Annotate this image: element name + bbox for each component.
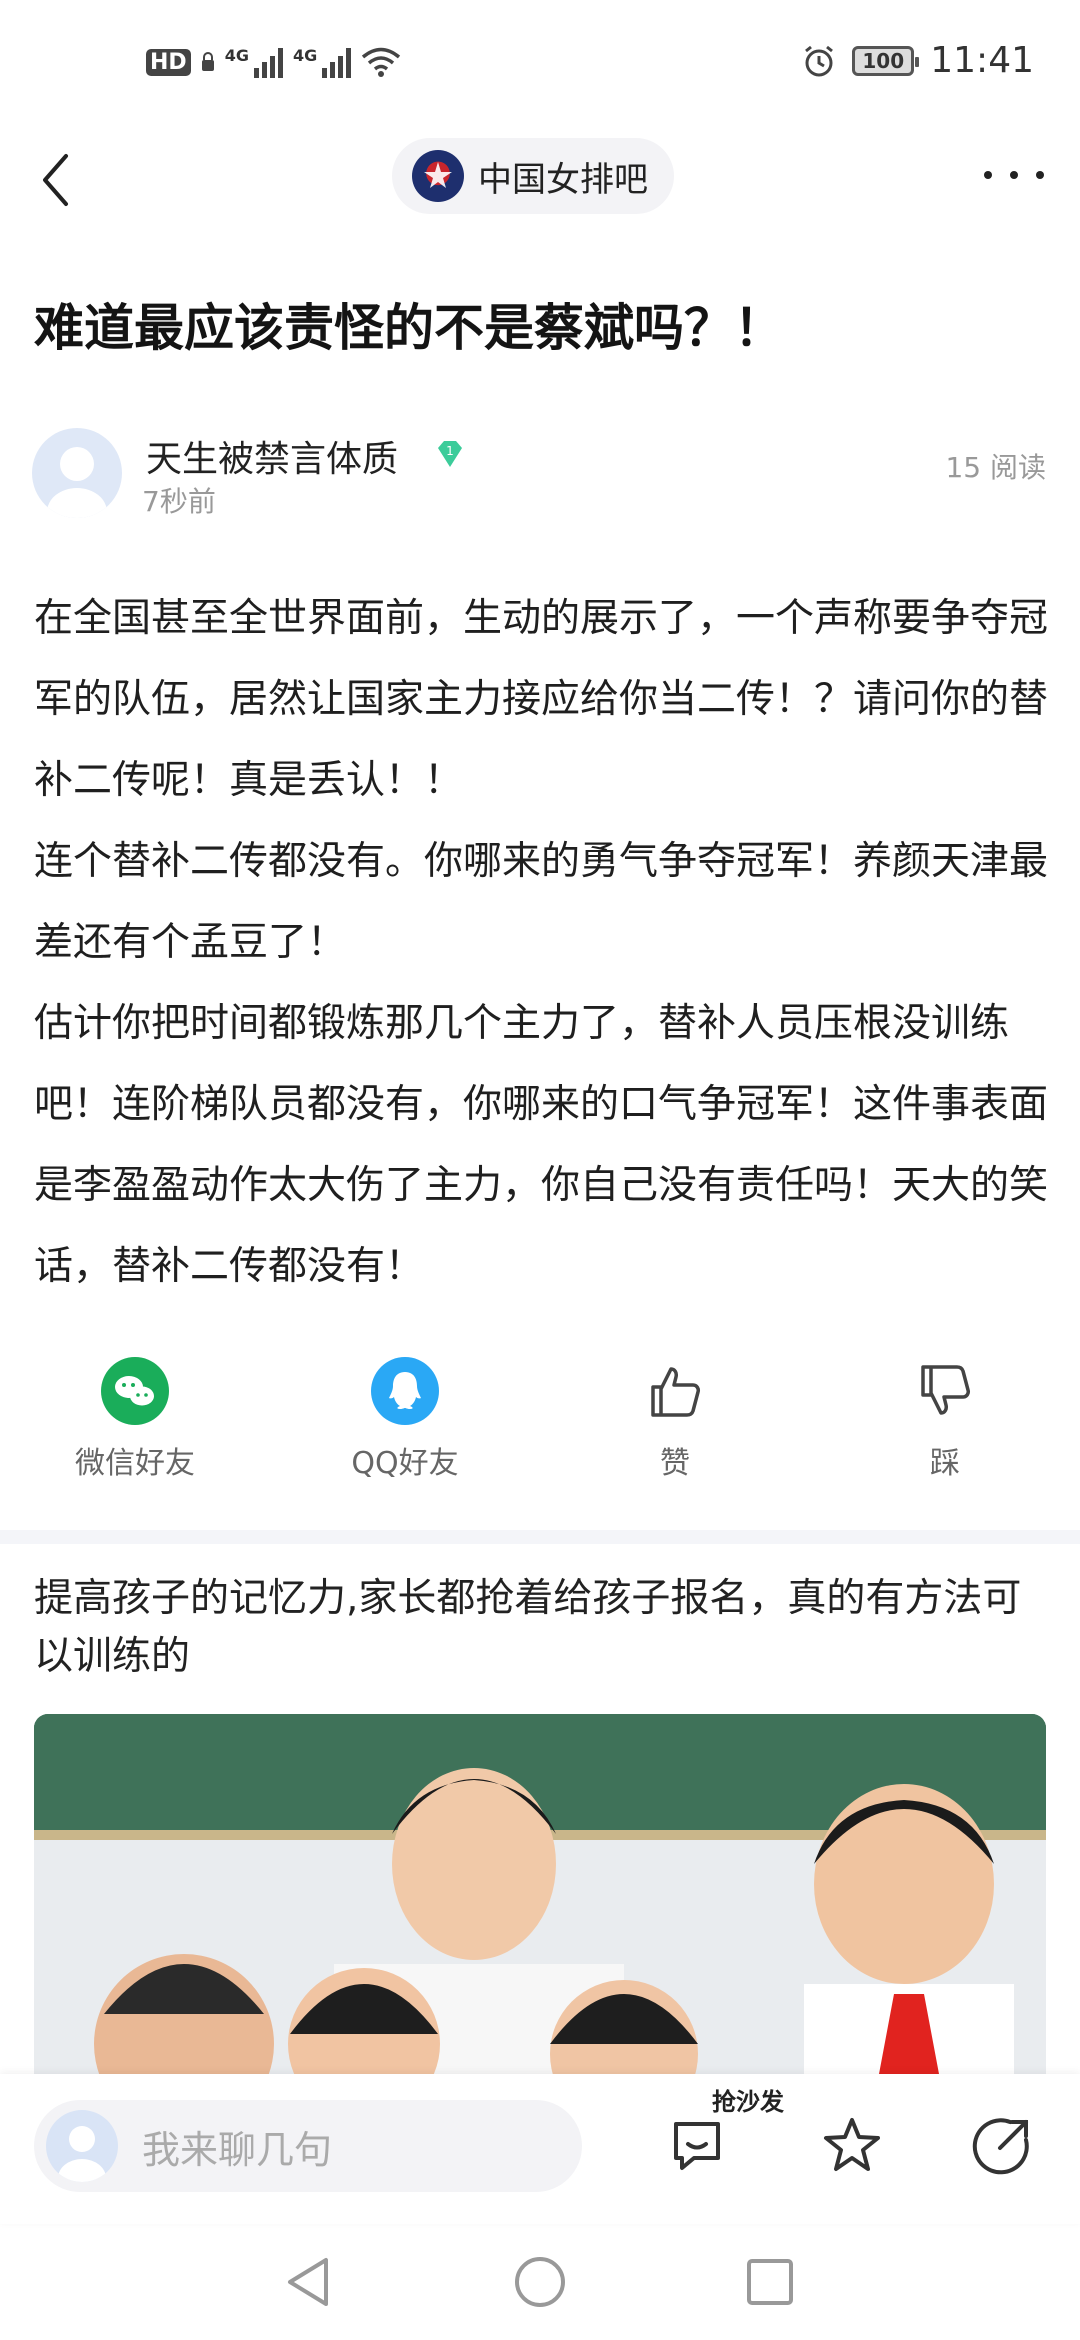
share-qq-label: QQ好友 [351,1446,459,1481]
more-icon-dot [984,171,992,179]
bottom-bar: 我来聊几句 抢沙发 [0,2074,1080,2224]
sim1-label: 4G [224,46,249,65]
alarm-icon [805,45,834,76]
nav-home-icon[interactable] [510,2252,570,2312]
signal-icon-2: 4G [292,46,352,78]
top-nav: 中国女排吧 [0,130,1080,230]
ad-title[interactable]: 提高孩子的记忆力,家长都抢着给孩子报名，真的有方法可以训练的 [34,1570,1046,1686]
signal-icon: 4G [225,46,283,78]
nav-back-icon[interactable] [280,2252,340,2312]
forum-name: 中国女排吧 [478,159,648,200]
more-button[interactable] [984,160,1044,190]
dislike-label: 踩 [930,1446,960,1481]
like-label: 赞 [660,1446,690,1481]
sim-lock-icon [201,52,214,71]
thumbs-up-icon [640,1356,710,1426]
level-badge-icon: 1 [438,441,462,467]
comment-placeholder: 我来聊几句 [142,2127,333,2172]
share-wechat-button[interactable]: 微信好友 [35,1356,235,1482]
comment-input[interactable]: 我来聊几句 [34,2100,582,2192]
forum-avatar [412,150,464,202]
status-bar: HD 4G 4G 100 11:41 [0,0,1080,130]
share-icon[interactable] [970,2114,1034,2178]
share-row: 微信好友 QQ好友 赞 踩 [0,1356,1080,1486]
read-count: 15 阅读 [945,451,1046,484]
star-icon[interactable] [820,2114,884,2178]
ad-photo [34,1714,1046,2074]
battery-icon: 100 [852,45,920,76]
share-wechat-label: 微信好友 [75,1446,195,1481]
author-avatar[interactable] [32,428,122,518]
battery-level: 100 [862,48,905,73]
sim2-label: 4G [292,46,318,65]
thumbs-down-icon [910,1356,980,1426]
post-time: 7秒前 [142,485,216,518]
like-button[interactable]: 赞 [575,1356,775,1482]
badge-level: 1 [446,444,454,458]
status-right: 100 11:41 [802,40,1034,81]
system-nav [0,2224,1080,2340]
comment-icon[interactable] [668,2114,732,2178]
post-body: 在全国甚至全世界面前，生动的展示了，一个声称要争夺冠军的队伍，居然让国家主力接应… [34,596,1049,1289]
back-button[interactable] [40,148,90,212]
hd-badge: HD [146,48,191,76]
qq-icon [370,1356,440,1426]
sofa-label: 抢沙发 [712,2088,784,2116]
status-left: HD 4G 4G [146,46,401,78]
wechat-icon [100,1356,170,1426]
forum-pill[interactable]: 中国女排吧 [392,138,674,214]
share-qq-button[interactable]: QQ好友 [305,1356,505,1482]
chevron-left-icon [43,154,68,206]
wifi-icon [362,47,401,77]
section-divider [0,1530,1080,1544]
more-icon-dot [1010,171,1018,179]
user-avatar [46,2110,118,2182]
nav-recents-icon[interactable] [740,2252,800,2312]
avatar-placeholder-icon [47,447,107,518]
forum-logo-icon [424,162,452,188]
more-icon-dot [1036,171,1044,179]
ad-image[interactable] [34,1714,1046,2074]
dislike-button[interactable]: 踩 [845,1356,1045,1482]
avatar-placeholder-icon [58,2126,106,2182]
post-title: 难道最应该责怪的不是蔡斌吗？！ [34,299,784,357]
author-name[interactable]: 天生被禁言体质 [146,430,398,482]
clock: 11:41 [930,40,1034,81]
